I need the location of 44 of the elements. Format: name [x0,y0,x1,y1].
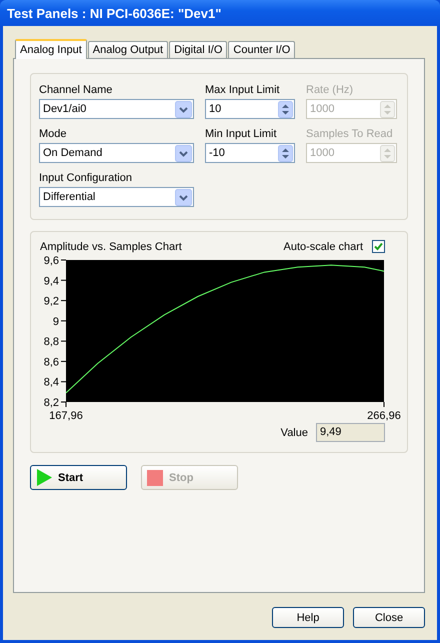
dropdown[interactable]: Dev1/ai0 [39,99,194,119]
up-down-arrows-icon [380,100,395,118]
tick-label: 167,96 [49,410,83,422]
dropdown[interactable]: On Demand [39,143,194,163]
stop-icon [147,470,163,486]
chevron-down-icon [175,144,192,162]
up-down-arrows-icon [380,144,395,162]
dialog-button[interactable]: Close [353,607,425,628]
start-button[interactable]: Start [30,465,127,490]
tick-label: 9,2 [44,296,59,308]
tab[interactable]: Digital I/O [169,41,228,58]
chart-title: Amplitude vs. Samples Chart [40,240,182,252]
tick-label: 9,4 [44,275,59,288]
tick-label: 266,96 [367,410,401,422]
field-label: Min Input Limit [205,128,278,140]
field-label: Input Configuration [39,172,133,184]
spinner-field[interactable]: 10 [205,99,295,119]
value-field: 9,49 [316,423,385,442]
checkbox[interactable] [372,240,385,253]
tick-label: 9,6 [44,255,59,267]
up-down-arrows-icon [278,100,293,118]
spinner-field[interactable]: -10 [205,143,295,163]
field-label: Channel Name [39,84,114,96]
field-label: Rate (Hz) [306,84,354,96]
field-label: Samples To Read [306,128,394,140]
tick-label: 8,8 [44,336,59,348]
dropdown[interactable]: Differential [39,187,194,207]
play-icon [36,469,52,486]
dialog-button[interactable]: Help [272,607,344,628]
tick-label: 8,4 [44,376,59,389]
tick-label: 9 [52,316,59,328]
chevron-down-icon [175,100,192,118]
tick-label: 8,2 [44,397,59,409]
field-label: Mode [39,128,68,140]
field-label: Value [280,426,308,438]
tick-label: 8,6 [44,356,59,368]
tab[interactable]: Counter I/O [228,41,296,58]
up-down-arrows-icon [278,144,293,162]
tab[interactable]: Analog Output [88,41,168,58]
window-title: Test Panels : NI PCI-6036E: "Dev1" [7,6,222,20]
field-label: Max Input Limit [205,84,281,96]
chevron-down-icon [175,188,192,206]
tab[interactable]: Analog Input [15,39,87,59]
checkbox-label: Auto-scale chart [284,240,363,252]
